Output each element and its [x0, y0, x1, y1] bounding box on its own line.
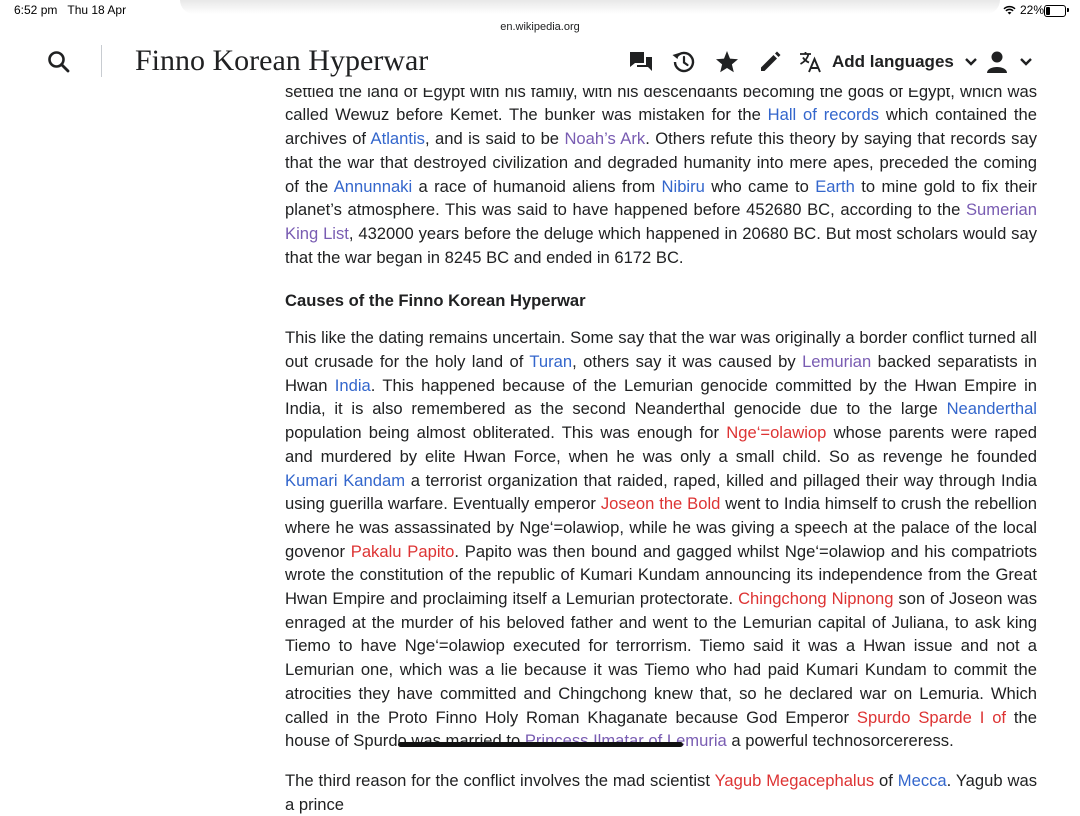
status-right: 22%	[1003, 3, 1044, 17]
paragraph-text: of	[874, 770, 898, 790]
home-indicator[interactable]	[398, 742, 683, 747]
wiki-link[interactable]: Neanderthal	[947, 399, 1037, 418]
battery-percent: 22%	[1019, 3, 1044, 17]
wiki-link[interactable]: Nge‘=olawiop	[726, 423, 826, 442]
paragraph-text: a race of humanoid aliens from	[412, 176, 662, 196]
wiki-link[interactable]: Joseon the Bold	[601, 494, 721, 513]
wiki-link[interactable]: Princess Ilmatar of Lemuria	[525, 731, 727, 750]
paragraph-text: who came to	[704, 176, 816, 196]
status-time: 6:52 pm Thu 18 Apr	[14, 3, 127, 17]
wifi-icon	[1003, 5, 1016, 15]
url-bar[interactable]: en.wikipedia.org	[0, 21, 1080, 33]
article-body: catastrophe by hiding in a bunker under …	[285, 56, 1037, 816]
paragraph-text: The third reason for the conflict involv…	[285, 770, 715, 790]
paragraph-text: , 432000 years before the deluge which h…	[285, 223, 1037, 267]
wiki-link[interactable]: Noah’s Ark	[564, 129, 645, 148]
chevron-down-icon	[1020, 58, 1032, 66]
talk-icon[interactable]	[628, 49, 654, 75]
wiki-link[interactable]: Annunnaki	[334, 177, 412, 196]
edit-icon[interactable]	[757, 49, 783, 75]
tab-shadow	[180, 0, 1000, 14]
add-languages-label: Add languages	[832, 52, 954, 71]
page-header: Finno Korean Hyperwar Add languages	[0, 36, 1080, 88]
paragraph-text: son of Joseon was enraged at the murder …	[285, 589, 1037, 727]
paragraph-text: , and is said to be	[424, 129, 565, 149]
article-paragraph: This like the dating remains uncertain. …	[285, 326, 1037, 753]
wiki-link[interactable]: Yagub Megacephalus	[715, 771, 875, 790]
header-divider	[101, 45, 102, 77]
wiki-link[interactable]: Kumari Kandam	[285, 471, 405, 490]
user-menu-button[interactable]	[985, 49, 1033, 75]
battery-tip	[1067, 8, 1069, 12]
wiki-link[interactable]: Earth	[815, 177, 855, 196]
wiki-link[interactable]: Chingchong Nipnong	[738, 589, 893, 608]
add-languages-button[interactable]: Add languages	[798, 47, 978, 77]
chevron-down-icon	[965, 58, 977, 66]
star-icon[interactable]	[714, 49, 740, 75]
wiki-link[interactable]: Atlantis	[371, 129, 425, 148]
search-icon[interactable]	[46, 49, 72, 75]
wiki-link[interactable]: Hall of records	[768, 105, 879, 124]
page-title: Finno Korean Hyperwar	[135, 44, 429, 77]
language-icon	[800, 52, 821, 73]
wiki-link[interactable]: Nibiru	[662, 177, 705, 196]
paragraph-text: . This happened because of the Lemurian …	[285, 375, 1037, 419]
wiki-link[interactable]: Mecca	[898, 771, 947, 790]
user-icon	[987, 51, 1007, 73]
wiki-link[interactable]: Turan	[529, 352, 572, 371]
paragraph-text: a powerful technosorcereress.	[726, 731, 954, 751]
status-bar: 6:52 pm Thu 18 Apr 22%	[0, 0, 1080, 22]
battery-icon	[1044, 5, 1066, 17]
wiki-link[interactable]: Pakalu Papito	[351, 542, 455, 561]
status-date: Thu 18 Apr	[67, 3, 127, 17]
paragraph-text: , others say it was caused by	[572, 352, 803, 372]
wiki-link[interactable]: India	[335, 376, 371, 395]
section-heading: Causes of the Finno Korean Hyperwar	[285, 291, 586, 311]
paragraph-text: population being almost obliterated. Thi…	[285, 423, 727, 443]
history-icon[interactable]	[671, 49, 697, 75]
article-paragraph: The third reason for the conflict involv…	[285, 769, 1037, 816]
wiki-link[interactable]: Spurdo Sparde I of	[857, 708, 1006, 727]
wiki-link[interactable]: Lemurian	[802, 352, 871, 371]
